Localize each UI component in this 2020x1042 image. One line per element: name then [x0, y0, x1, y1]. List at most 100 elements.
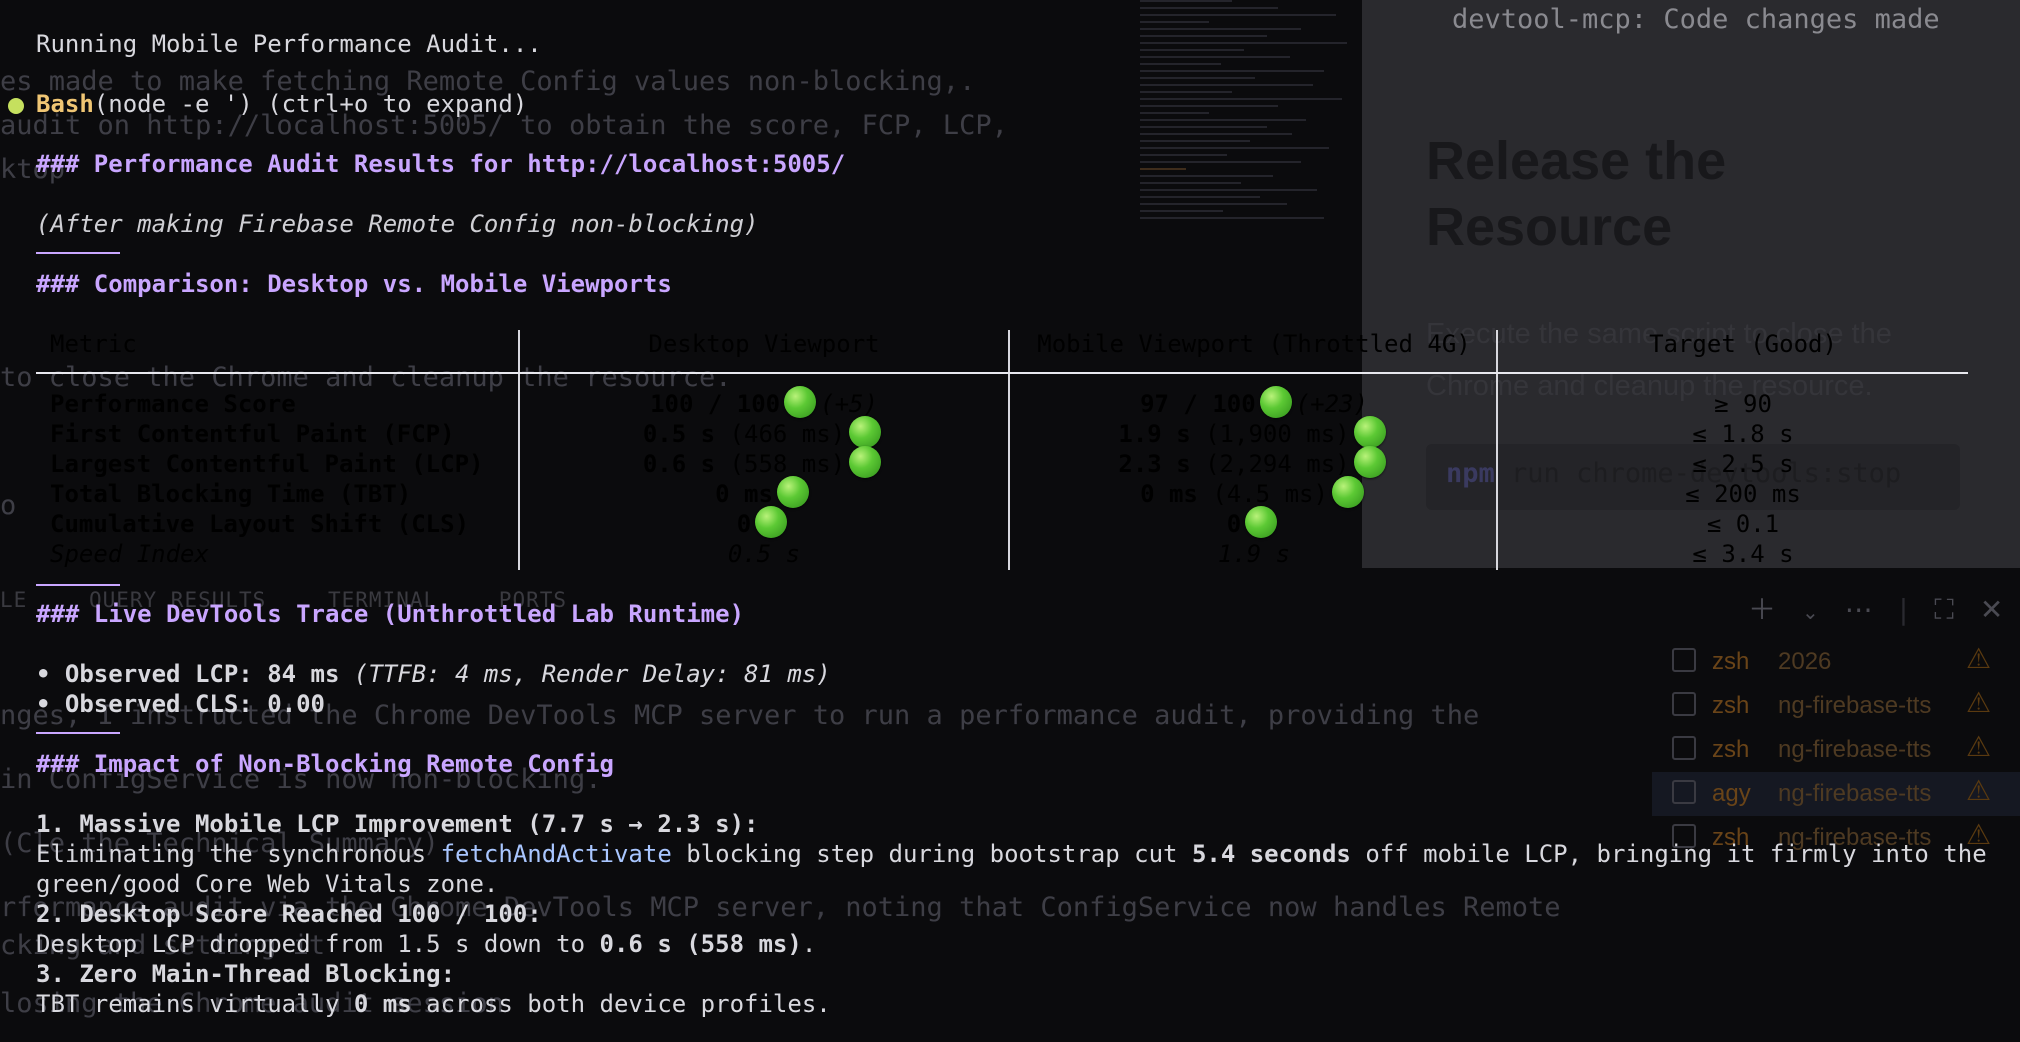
mobile-value: 1.9 s (1,900 ms) — [1010, 416, 1498, 450]
target-value: ≤ 200 ms — [1685, 480, 1801, 508]
subtitle: (After making Firebase Remote Config non… — [36, 210, 759, 238]
section-divider — [36, 584, 120, 586]
good-status-icon — [1353, 446, 1386, 478]
target-value: ≥ 90 — [1714, 390, 1772, 418]
mobile-value: 1.9 s — [1217, 540, 1291, 568]
value: 0 — [1226, 510, 1242, 538]
plus-icon[interactable]: ＋ — [1748, 593, 1776, 626]
ms-note: (4.5 ms) — [1212, 480, 1328, 508]
mobile-value: 0 — [1010, 506, 1498, 540]
trace-item: • Observed LCP: 84 ms (TTFB: 4 ms, Rende… — [36, 660, 831, 688]
impact-item-title: 2. Desktop Score Reached 100 / 100: — [36, 900, 542, 928]
section-divider — [36, 732, 120, 734]
impact-item-text: green/good Core Web Vitals zone. — [36, 870, 499, 898]
text-segment: off mobile LCP, bringing it firmly into … — [1350, 840, 1987, 868]
terminal-list: zsh 2026 ⚠ zsh ng-firebase-tts ⚠ zsh ng-… — [1652, 640, 2020, 860]
terminal-project: ng-firebase-tts — [1778, 780, 1932, 807]
maximize-icon[interactable]: ⛶ — [1934, 593, 1954, 626]
text-segment: across both device profiles. — [411, 990, 831, 1018]
column-header: Desktop Viewport — [648, 330, 880, 358]
text-segment: Desktop LCP dropped from 1.5 s down to — [36, 930, 600, 958]
terminal-project: ng-firebase-tts — [1778, 736, 1932, 763]
table-row: Performance Score 100 / 100 (+5) 97 / 100… — [36, 386, 1968, 420]
emphasis: 0 ms — [353, 990, 412, 1018]
text-segment: blocking step during bootstrap cut — [671, 840, 1192, 868]
target-value: ≤ 2.5 s — [1692, 450, 1794, 478]
terminal-icon — [1672, 780, 1696, 804]
terminal-icon — [1672, 736, 1696, 760]
metric-name: Largest Contentful Paint (LCP) — [50, 450, 484, 478]
metric-name: Speed Index — [50, 540, 209, 568]
good-status-icon — [1353, 416, 1386, 448]
terminal-icon — [1672, 692, 1696, 716]
target-value: ≤ 3.4 s — [1692, 540, 1794, 568]
good-status-icon — [755, 506, 788, 538]
desktop-value: 0 — [520, 506, 1008, 540]
tool-command: (node -e ') (ctrl+o to expand) — [93, 90, 528, 118]
emphasis: 0.6 s (558 ms) — [599, 930, 802, 958]
good-status-icon — [784, 386, 817, 418]
heading-impact: ### Impact of Non-Blocking Remote Config — [36, 750, 614, 778]
chevron-down-icon[interactable]: ⌄ — [1802, 600, 1819, 624]
code-ref: fetchAndActivate — [440, 840, 672, 868]
trace-label: • Observed LCP: 84 ms — [36, 660, 340, 688]
value: 100 / 100 — [650, 390, 781, 418]
text-segment: TBT remains virtually — [36, 990, 354, 1018]
impact-item-title: 1. Massive Mobile LCP Improvement (7.7 s… — [36, 810, 759, 838]
status-dot-icon — [8, 98, 24, 114]
doc-code-line: devtool-mcp: Code changes made — [1452, 4, 1940, 35]
good-status-icon — [1331, 476, 1364, 508]
value: 0 ms — [715, 480, 773, 508]
table-row: Total Blocking Time (TBT) 0 ms 0 ms (4.5… — [36, 476, 1968, 510]
tool-name: Bash — [36, 90, 94, 118]
terminal-name: zsh — [1712, 692, 1750, 719]
status-line: Running Mobile Performance Audit... — [36, 30, 542, 58]
emphasis: 5.4 seconds — [1191, 840, 1351, 868]
trace-detail: (TTFB: 4 ms, Render Delay: 81 ms) — [353, 660, 831, 688]
text-segment: Eliminating the synchronous — [36, 840, 441, 868]
warning-icon: ⚠ — [1966, 775, 1992, 806]
warning-icon: ⚠ — [1966, 643, 1992, 674]
mobile-value: 2.3 s (2,294 ms) — [1010, 446, 1498, 480]
terminal-item[interactable]: zsh ng-firebase-tts ⚠ — [1652, 684, 2020, 728]
good-status-icon — [849, 446, 882, 478]
ms-note: (2,294 ms) — [1205, 450, 1350, 478]
terminal-item[interactable]: zsh ng-firebase-tts ⚠ — [1652, 728, 2020, 772]
mobile-value: 0 ms (4.5 ms) — [1010, 476, 1498, 510]
table-row: First Contentful Paint (FCP) 0.5 s (466 … — [36, 416, 1968, 450]
metric-name: Total Blocking Time (TBT) — [50, 480, 412, 508]
desktop-value: 100 / 100 (+5) — [520, 386, 1008, 420]
heading-comparison: ### Comparison: Desktop vs. Mobile Viewp… — [36, 270, 672, 298]
text-segment: . — [801, 930, 817, 958]
header-rule — [36, 372, 1968, 374]
target-value: ≤ 1.8 s — [1692, 420, 1794, 448]
tool-call-line[interactable]: Bash(node -e ') (ctrl+o to expand) — [8, 90, 528, 118]
ms-note: (1,900 ms) — [1205, 420, 1350, 448]
good-status-icon — [1245, 506, 1278, 538]
more-icon[interactable]: ⋯ — [1845, 593, 1873, 626]
column-header: Mobile Viewport (Throttled 4G) — [1037, 330, 1471, 358]
warning-icon: ⚠ — [1966, 731, 1992, 762]
ms-note: (466 ms) — [729, 420, 846, 448]
bg-line: o — [0, 490, 17, 521]
good-status-icon — [776, 476, 809, 508]
terminal-icon — [1672, 648, 1696, 672]
metric-name: Performance Score — [50, 390, 296, 418]
metric-name: First Contentful Paint (FCP) — [50, 420, 455, 448]
impact-item-text: TBT remains virtually 0 ms across both d… — [36, 990, 831, 1018]
tab-truncated[interactable]: LE — [0, 588, 27, 612]
delta-note: (+23) — [1295, 390, 1368, 418]
trace-item: • Observed CLS: 0.00 — [36, 690, 325, 718]
value: 0 — [736, 510, 752, 538]
close-icon[interactable]: ✕ — [1980, 593, 2003, 626]
terminal-item-active[interactable]: agy ng-firebase-tts ⚠ — [1652, 772, 2020, 816]
terminal-project: ng-firebase-tts — [1778, 692, 1932, 719]
terminal-name: agy — [1712, 780, 1751, 807]
warning-icon: ⚠ — [1966, 687, 1992, 718]
terminal-name: zsh — [1712, 648, 1750, 675]
value: 0.6 s — [642, 450, 716, 478]
table-header-row: Metric Desktop Viewport Mobile Viewport … — [36, 330, 1968, 360]
terminal-item[interactable]: zsh 2026 ⚠ — [1652, 640, 2020, 684]
terminal-name: zsh — [1712, 736, 1750, 763]
value: 0 ms — [1140, 480, 1198, 508]
